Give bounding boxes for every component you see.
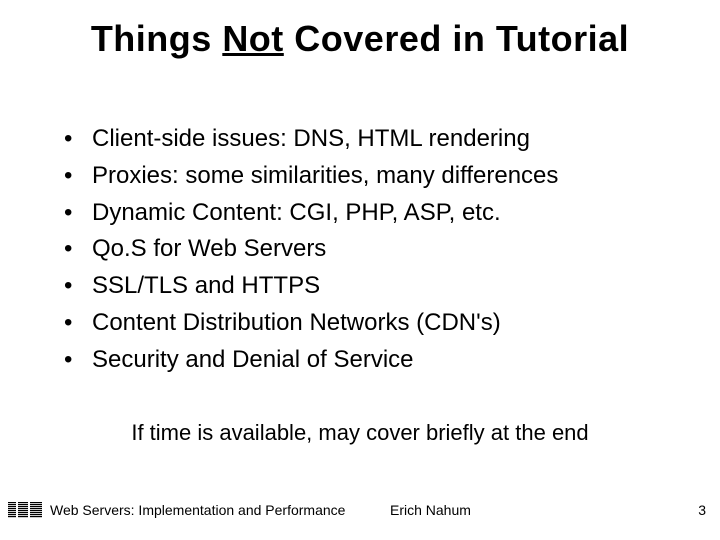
footer-title: Web Servers: Implementation and Performa… bbox=[50, 502, 345, 518]
title-post: Covered in Tutorial bbox=[284, 18, 629, 59]
bullet-icon: • bbox=[64, 343, 92, 378]
title-pre: Things bbox=[91, 18, 223, 59]
closing-note: If time is available, may cover briefly … bbox=[0, 420, 720, 446]
slide: Things Not Covered in Tutorial • Client-… bbox=[0, 0, 720, 540]
bullet-icon: • bbox=[64, 232, 92, 267]
bullet-text: Qo.S for Web Servers bbox=[92, 232, 326, 267]
title-underlined: Not bbox=[222, 18, 283, 59]
bullet-text: Proxies: some similarities, many differe… bbox=[92, 159, 558, 194]
bullet-text: Client-side issues: DNS, HTML rendering bbox=[92, 122, 530, 157]
bullet-icon: • bbox=[64, 306, 92, 341]
bullet-icon: • bbox=[64, 269, 92, 304]
bullet-icon: • bbox=[64, 196, 92, 231]
bullet-icon: • bbox=[64, 122, 92, 157]
list-item: • Content Distribution Networks (CDN's) bbox=[64, 306, 680, 341]
list-item: • Security and Denial of Service bbox=[64, 343, 680, 378]
footer: Web Servers: Implementation and Performa… bbox=[0, 498, 720, 522]
list-item: • SSL/TLS and HTTPS bbox=[64, 269, 680, 304]
ibm-logo-icon bbox=[8, 502, 42, 518]
bullet-text: SSL/TLS and HTTPS bbox=[92, 269, 320, 304]
list-item: • Proxies: some similarities, many diffe… bbox=[64, 159, 680, 194]
footer-author: Erich Nahum bbox=[390, 502, 471, 518]
slide-title: Things Not Covered in Tutorial bbox=[0, 18, 720, 60]
bullet-icon: • bbox=[64, 159, 92, 194]
bullet-text: Content Distribution Networks (CDN's) bbox=[92, 306, 501, 341]
bullet-list: • Client-side issues: DNS, HTML renderin… bbox=[64, 120, 680, 380]
list-item: • Qo.S for Web Servers bbox=[64, 232, 680, 267]
bullet-text: Dynamic Content: CGI, PHP, ASP, etc. bbox=[92, 196, 501, 231]
list-item: • Dynamic Content: CGI, PHP, ASP, etc. bbox=[64, 196, 680, 231]
bullet-text: Security and Denial of Service bbox=[92, 343, 414, 378]
page-number: 3 bbox=[698, 502, 706, 518]
list-item: • Client-side issues: DNS, HTML renderin… bbox=[64, 122, 680, 157]
